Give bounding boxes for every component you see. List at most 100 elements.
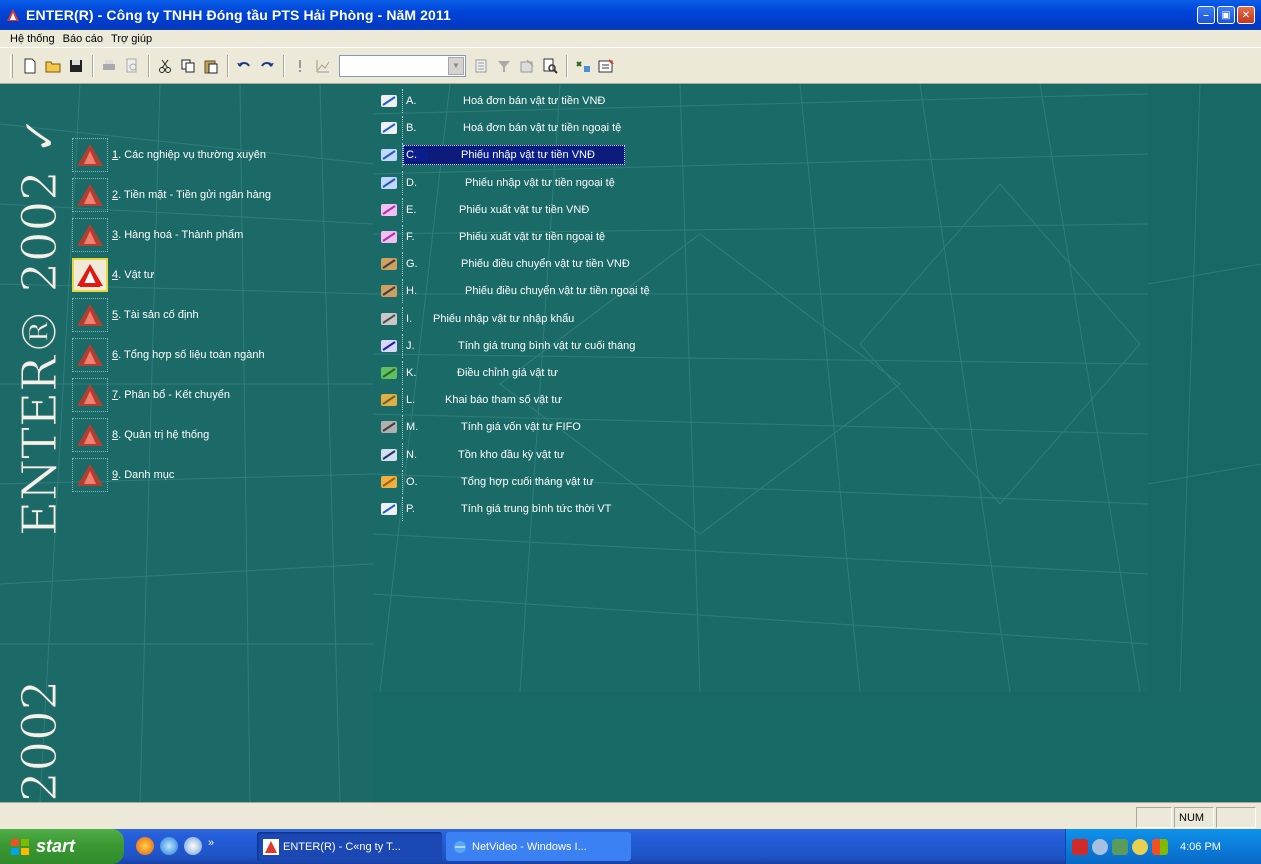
submenu-item[interactable]: G. Phiếu điều chuyển vật tư tiền VNĐ <box>375 252 630 277</box>
print-preview-button[interactable] <box>121 55 143 77</box>
submenu-label: Điều chỉnh giá vật tư <box>457 367 558 379</box>
module-label: . Vật tư <box>118 269 155 281</box>
tools-button[interactable] <box>572 55 594 77</box>
module-item-9[interactable]: 9. Danh mục <box>72 458 174 492</box>
submenu-item[interactable]: O. Tổng hợp cuối tháng vật tư <box>375 469 594 494</box>
cut-icon <box>159 59 171 73</box>
submenu-item[interactable]: P. Tính giá trung bình tức thời VT <box>375 497 611 521</box>
start-button[interactable]: start <box>0 829 124 864</box>
maximize-button[interactable]: ▣ <box>1217 6 1235 24</box>
submenu-item[interactable]: N. Tồn kho đầu kỳ vật tư <box>375 442 564 467</box>
undo-icon <box>237 61 250 67</box>
submenu-item[interactable]: K. Điều chỉnh giá vật tư <box>375 361 558 385</box>
minimize-button[interactable]: – <box>1197 6 1215 24</box>
taskbar-button-enter[interactable]: ENTER(R) - C«ng ty T... <box>257 832 442 861</box>
module-item-6[interactable]: 6. Tổng hợp số liệu toàn ngành <box>72 338 265 372</box>
paste-icon <box>204 60 218 73</box>
minus-icon[interactable] <box>1092 838 1108 855</box>
module-icon <box>72 298 108 332</box>
copy-button[interactable] <box>177 55 199 77</box>
submenu-item[interactable]: C. Phiếu nhập vật tư tiền VNĐ <box>375 143 625 168</box>
submenu-item[interactable]: J. Tính giá trung bình vật tư cuối tháng <box>375 333 635 358</box>
taskbar-task-label: NetVideo - Windows I... <box>472 840 587 853</box>
run-button[interactable] <box>289 55 311 77</box>
properties-button[interactable] <box>516 55 538 77</box>
pen-icon <box>375 497 403 521</box>
report-button[interactable] <box>470 55 492 77</box>
combo-dropdown-icon[interactable]: ▼ <box>448 56 464 75</box>
undo-button[interactable] <box>233 55 255 77</box>
title-bar[interactable]: ENTER(R) - Công ty TNHH Đóng tầu PTS Hải… <box>0 0 1261 30</box>
save-button[interactable] <box>65 55 87 77</box>
toolbar-combobox[interactable]: ▼ <box>339 54 466 77</box>
explorer-icon[interactable] <box>184 837 202 855</box>
redo-button[interactable] <box>256 55 278 77</box>
edit-form-button[interactable] <box>595 55 617 77</box>
close-button[interactable]: ✕ <box>1237 6 1255 24</box>
submenu-item[interactable]: E. Phiếu xuất vật tư tiền VNĐ <box>375 197 590 222</box>
open-button[interactable] <box>42 55 64 77</box>
menu-tro-giup[interactable]: Trợ giúp <box>107 33 156 45</box>
menu-he-thong[interactable]: Hệ thống <box>6 33 59 45</box>
module-label: . Các nghiệp vụ thường xuyên <box>118 149 267 161</box>
module-item-8[interactable]: 8. Quản trị hệ thống <box>72 418 209 452</box>
print-icon <box>103 59 115 70</box>
system-tray: 4:06 PM <box>1065 829 1261 864</box>
app-logo-icon <box>7 9 19 21</box>
paste-button[interactable] <box>200 55 222 77</box>
submenu-label: Phiếu xuất vật tư tiền VNĐ <box>459 203 590 216</box>
submenu-item[interactable]: L. Khai báo tham số vật tư <box>375 388 562 413</box>
export-icon <box>375 225 403 249</box>
quick-launch: » <box>136 837 214 855</box>
quick-launch-more-icon[interactable]: » <box>208 837 214 855</box>
submenu-item[interactable]: F. Phiếu xuất vật tư tiền ngoại tệ <box>375 225 605 249</box>
menu-bao-cao[interactable]: Báo cáo <box>59 33 107 45</box>
submenu-item[interactable]: M. Tính giá vốn vật tư FIFO <box>375 415 581 440</box>
update-icon[interactable] <box>1132 838 1148 855</box>
module-item-1[interactable]: 1. Các nghiệp vụ thường xuyên <box>72 138 266 172</box>
module-item-3[interactable]: 3. Hàng hoá - Thành phẩm <box>72 218 243 252</box>
chrome-icon[interactable] <box>136 837 154 855</box>
window-controls: – ▣ ✕ <box>1197 6 1255 24</box>
ie-icon <box>454 840 466 853</box>
taskbar-button-netvideo[interactable]: NetVideo - Windows I... <box>446 832 631 861</box>
toolbar-separator <box>148 54 150 77</box>
submenu-letter: F. <box>406 231 415 243</box>
find-button[interactable] <box>539 55 561 77</box>
adjust-icon <box>375 361 403 385</box>
submenu-label: Phiếu điều chuyển vật tư tiền ngoại tệ <box>465 285 650 298</box>
chart-button[interactable] <box>312 55 334 77</box>
preview-icon <box>126 58 137 72</box>
clock[interactable]: 4:06 PM <box>1180 841 1221 853</box>
windows-flag-icon[interactable] <box>1152 838 1168 855</box>
new-button[interactable] <box>19 55 41 77</box>
filter-button[interactable] <box>493 55 515 77</box>
toolbar-grip[interactable] <box>10 53 13 78</box>
network-icon[interactable] <box>1112 838 1128 855</box>
submenu-letter: D. <box>406 176 417 189</box>
import-icon <box>375 143 403 168</box>
save-icon <box>70 59 82 72</box>
submenu-item[interactable]: D. Phiếu nhập vật tư tiền ngoại tệ <box>375 170 615 195</box>
submenu-label: Phiếu nhập vật tư tiền ngoại tệ <box>465 176 615 189</box>
ie-icon[interactable] <box>160 837 178 855</box>
module-item-2[interactable]: 2. Tiền mặt - Tiền gửi ngân hàng <box>72 178 271 212</box>
submenu-item[interactable]: H. Phiếu điều chuyển vật tư tiền ngoại tệ <box>375 279 650 304</box>
submenu-letter: E. <box>406 203 417 216</box>
submenu-letter: O. <box>406 475 418 488</box>
submenu-item[interactable]: A. Hoá đơn bán vật tư tiền VNĐ <box>375 89 605 113</box>
cut-button[interactable] <box>154 55 176 77</box>
module-icon <box>72 418 108 452</box>
module-logo-icon <box>77 264 103 287</box>
module-label: . Tổng hợp số liệu toàn ngành <box>118 349 265 361</box>
module-icon <box>72 338 108 372</box>
submenu-item[interactable]: I. Phiếu nhập vật tư nhập khẩu <box>375 306 574 331</box>
module-item-7[interactable]: 7. Phân bổ - Kết chuyển <box>72 378 230 412</box>
module-item-5[interactable]: 5. Tài sản cố định <box>72 298 199 332</box>
antivirus-icon[interactable] <box>1072 838 1088 855</box>
submenu-letter: K. <box>406 367 417 379</box>
print-button[interactable] <box>98 55 120 77</box>
module-item-4[interactable]: 4. Vật tư <box>72 258 154 292</box>
module-icon <box>72 378 108 412</box>
submenu-item[interactable]: B. Hoá đơn bán vật tư tiền ngoại tệ <box>375 116 621 141</box>
